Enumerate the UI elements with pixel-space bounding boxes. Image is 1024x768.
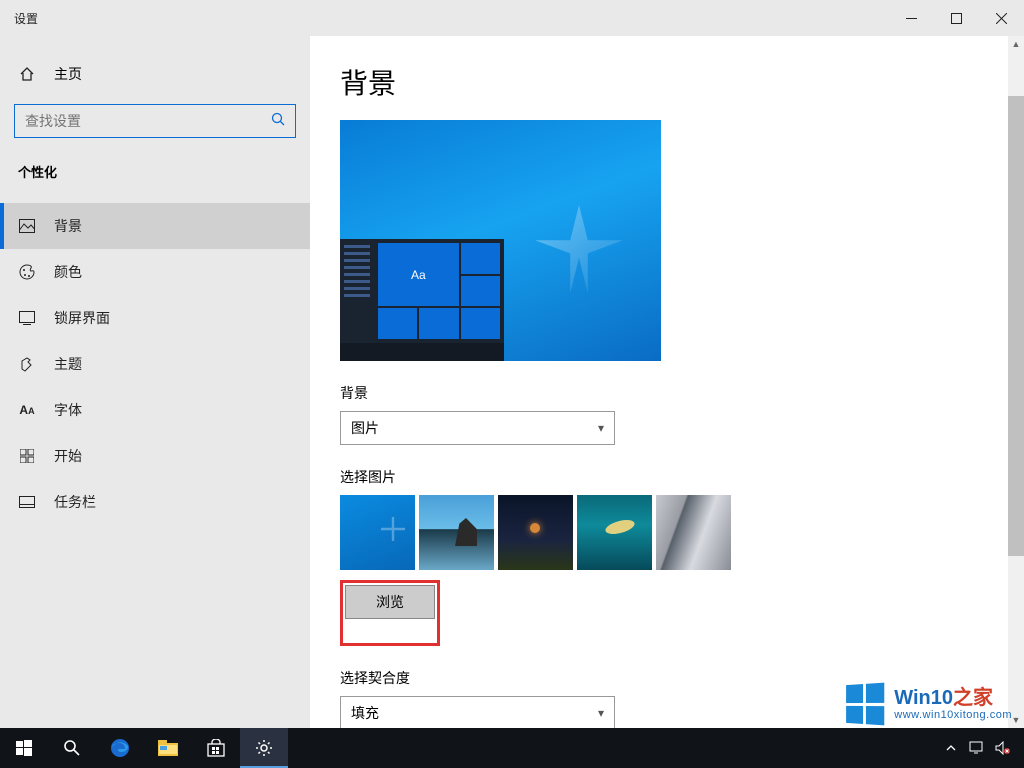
nav-item-colors[interactable]: 颜色 (0, 249, 310, 295)
system-tray (938, 728, 1024, 768)
browse-highlight: 浏览 (340, 580, 440, 646)
taskbar-edge-button[interactable] (96, 728, 144, 768)
chevron-down-icon: ▾ (598, 706, 604, 720)
nav-item-themes[interactable]: 主题 (0, 341, 310, 387)
home-link[interactable]: 主页 (0, 54, 310, 94)
watermark: Win10之家 www.win10xitong.com (844, 684, 1012, 724)
nav-item-label: 开始 (54, 446, 82, 466)
taskbar-search-button[interactable] (48, 728, 96, 768)
thumbnail-4[interactable] (577, 495, 652, 570)
desktop-preview: Aa (340, 120, 661, 361)
scroll-up-icon[interactable]: ▲ (1008, 36, 1024, 52)
start-button[interactable] (0, 728, 48, 768)
background-label: 背景 (340, 383, 984, 403)
dropdown-value: 图片 (351, 418, 379, 438)
nav-list: 背景 颜色 锁屏界面 主题 AA 字体 开始 (0, 203, 310, 525)
nav-item-taskbar[interactable]: 任务栏 (0, 479, 310, 525)
nav-item-label: 锁屏界面 (54, 308, 110, 328)
watermark-title: Win10之家 (894, 687, 1012, 709)
taskbar (0, 728, 1024, 768)
minimize-button[interactable] (889, 0, 934, 36)
taskbar-icon (18, 496, 36, 508)
taskbar-store-button[interactable] (192, 728, 240, 768)
tray-volume-icon[interactable] (990, 728, 1016, 768)
picture-thumbnails (340, 495, 984, 570)
close-button[interactable] (979, 0, 1024, 36)
home-label: 主页 (54, 64, 82, 84)
thumbnail-1[interactable] (340, 495, 415, 570)
watermark-logo-icon (846, 683, 884, 726)
nav-item-lockscreen[interactable]: 锁屏界面 (0, 295, 310, 341)
search-input-wrap[interactable] (14, 104, 296, 138)
window-controls (889, 0, 1024, 36)
search-icon (271, 112, 285, 131)
choose-picture-label: 选择图片 (340, 467, 984, 487)
taskbar-explorer-button[interactable] (144, 728, 192, 768)
nav-item-label: 背景 (54, 216, 82, 236)
lock-screen-icon (18, 311, 36, 325)
chevron-down-icon: ▾ (598, 421, 604, 435)
fit-dropdown[interactable]: 填充 ▾ (340, 696, 615, 728)
home-icon (18, 66, 36, 82)
maximize-button[interactable] (934, 0, 979, 36)
thumbnail-5[interactable] (656, 495, 731, 570)
watermark-url: www.win10xitong.com (894, 709, 1012, 721)
preview-start-menu: Aa (340, 239, 504, 343)
tray-chevron-up-icon[interactable] (938, 728, 964, 768)
font-icon: AA (18, 403, 36, 417)
thumbnail-2[interactable] (419, 495, 494, 570)
nav-item-background[interactable]: 背景 (0, 203, 310, 249)
palette-icon (18, 264, 36, 280)
nav-item-start[interactable]: 开始 (0, 433, 310, 479)
titlebar: 设置 (0, 0, 1024, 36)
preview-taskbar (340, 343, 504, 361)
search-input[interactable] (25, 113, 271, 129)
nav-item-fonts[interactable]: AA 字体 (0, 387, 310, 433)
section-header: 个性化 (0, 152, 310, 189)
content-area: 背景 Aa 背景 图片 ▾ 选择图片 (310, 36, 1024, 728)
nav-item-label: 任务栏 (54, 492, 96, 512)
taskbar-settings-button[interactable] (240, 728, 288, 768)
browse-button[interactable]: 浏览 (345, 585, 435, 619)
nav-item-label: 字体 (54, 400, 82, 420)
start-icon (18, 449, 36, 463)
tray-network-icon[interactable] (964, 728, 990, 768)
dropdown-value: 填充 (351, 703, 379, 723)
nav-item-label: 颜色 (54, 262, 82, 282)
page-title: 背景 (340, 62, 984, 102)
scrollbar-thumb[interactable] (1008, 96, 1024, 556)
theme-icon (18, 356, 36, 372)
thumbnail-3[interactable] (498, 495, 573, 570)
picture-icon (18, 219, 36, 233)
preview-sample-tile: Aa (378, 243, 459, 306)
scrollbar[interactable]: ▲ ▼ (1008, 36, 1024, 728)
nav-item-label: 主题 (54, 354, 82, 374)
sidebar: 主页 个性化 背景 颜色 锁屏界面 主题 (0, 36, 310, 728)
window-title: 设置 (0, 10, 38, 27)
background-type-dropdown[interactable]: 图片 ▾ (340, 411, 615, 445)
